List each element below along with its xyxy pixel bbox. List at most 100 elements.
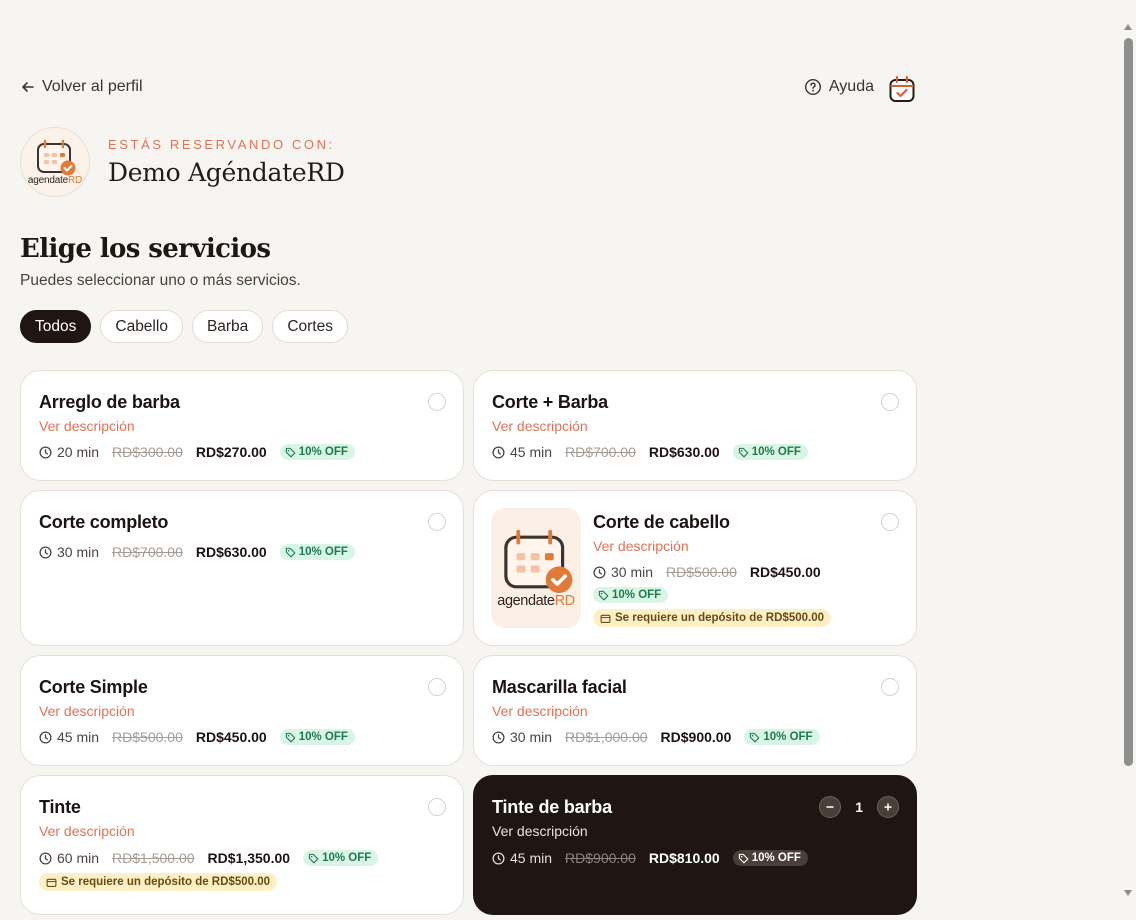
- scroll-down-arrow[interactable]: [1124, 890, 1132, 896]
- service-old-price: RD$300.00: [112, 444, 183, 460]
- tag-icon: [598, 590, 609, 600]
- service-meta: 30 min RD$700.00 RD$630.00 10% OFF: [39, 542, 355, 562]
- service-old-price: RD$1,000.00: [565, 729, 648, 745]
- service-price: RD$630.00: [195, 544, 267, 560]
- wallet-icon: [600, 614, 611, 623]
- service-title: Arreglo de barba: [39, 392, 180, 412]
- service-duration: 60 min: [57, 850, 100, 866]
- view-description-link[interactable]: Ver descripción: [39, 823, 135, 839]
- wallet-icon: [46, 878, 57, 887]
- business-avatar: agendateRD: [20, 127, 90, 197]
- quantity-value: 1: [855, 799, 863, 815]
- scrollbar-thumb[interactable]: [1124, 38, 1133, 766]
- page-scrollbar[interactable]: [1120, 18, 1136, 902]
- service-card-arreglo-de-barba[interactable]: Arreglo de barba Ver descripción 20 min …: [20, 370, 464, 481]
- service-meta: 30 min RD$500.00 RD$450.00: [593, 562, 821, 582]
- filter-chip-cabello[interactable]: Cabello: [100, 310, 183, 343]
- select-radio[interactable]: [881, 513, 899, 531]
- help-button[interactable]: Ayuda: [804, 78, 874, 96]
- page-subtitle: Puedes seleccionar uno o más servicios.: [20, 272, 301, 289]
- my-appointments-button[interactable]: [887, 74, 917, 104]
- decrease-quantity-button[interactable]: [819, 796, 842, 818]
- service-price: RD$450.00: [749, 564, 821, 580]
- service-price: RD$630.00: [648, 444, 720, 460]
- tag-icon: [285, 732, 296, 742]
- quantity-stepper: 1: [819, 796, 899, 818]
- tag-icon: [750, 732, 760, 742]
- service-title: Mascarilla facial: [492, 677, 627, 697]
- view-description-link[interactable]: Ver descripción: [39, 418, 135, 434]
- filter-chip-barba[interactable]: Barba: [191, 310, 264, 343]
- clock-icon: [39, 545, 52, 559]
- clock-icon: [39, 445, 52, 459]
- view-description-link[interactable]: Ver descripción: [39, 703, 135, 719]
- service-price: RD$1,350.00: [207, 850, 291, 866]
- increase-quantity-button[interactable]: [877, 796, 899, 818]
- clock-icon: [593, 565, 606, 579]
- service-meta: 60 min RD$1,500.00 RD$1,350.00 10% OFF: [39, 848, 379, 868]
- service-old-price: RD$700.00: [112, 544, 183, 560]
- top-bar: Volver al perfil Ayuda: [20, 74, 917, 104]
- discount-badge: 10% OFF: [732, 444, 808, 460]
- scroll-up-arrow[interactable]: [1124, 24, 1132, 30]
- service-duration: 20 min: [57, 444, 100, 460]
- select-radio[interactable]: [428, 798, 446, 816]
- business-header: agendateRD ESTÁS RESERVANDO CON: Demo Ag…: [20, 126, 345, 198]
- select-radio[interactable]: [881, 678, 899, 696]
- tag-icon: [285, 447, 296, 457]
- discount-badge: 10% OFF: [279, 729, 355, 745]
- service-old-price: RD$900.00: [565, 850, 636, 866]
- service-duration: 30 min: [57, 544, 100, 560]
- discount-badge: 10% OFF: [279, 544, 355, 560]
- category-filters: Todos Cabello Barba Cortes: [20, 310, 348, 343]
- tag-icon: [738, 447, 749, 457]
- select-radio[interactable]: [428, 393, 446, 411]
- service-duration: 30 min: [611, 564, 654, 580]
- discount-badge: 10% OFF: [744, 729, 820, 745]
- service-title: Corte + Barba: [492, 392, 608, 412]
- page-title: Elige los servicios: [20, 234, 271, 264]
- service-card-corte-simple[interactable]: Corte Simple Ver descripción 45 min RD$5…: [20, 655, 464, 766]
- service-meta: 45 min RD$500.00 RD$450.00 10% OFF: [39, 727, 355, 747]
- service-duration: 45 min: [510, 850, 553, 866]
- help-label: Ayuda: [828, 78, 874, 95]
- tag-icon: [738, 853, 749, 863]
- service-card-corte-barba[interactable]: Corte + Barba Ver descripción 45 min RD$…: [473, 370, 917, 481]
- service-discount-row: 10% OFF: [593, 585, 669, 605]
- filter-chip-cortes[interactable]: Cortes: [272, 310, 348, 343]
- service-meta: 30 min RD$1,000.00 RD$900.00 10% OFF: [492, 727, 820, 747]
- calendar-check-icon: [889, 76, 915, 102]
- back-to-profile-link[interactable]: Volver al perfil: [20, 78, 143, 96]
- service-card-mascarilla-facial[interactable]: Mascarilla facial Ver descripción 30 min…: [473, 655, 917, 766]
- service-price: RD$270.00: [195, 444, 267, 460]
- service-card-corte-completo[interactable]: Corte completo 30 min RD$700.00 RD$630.0…: [20, 490, 464, 646]
- clock-icon: [492, 730, 505, 744]
- view-description-link[interactable]: Ver descripción: [492, 703, 588, 719]
- service-duration: 30 min: [510, 729, 553, 745]
- plus-icon: [884, 803, 892, 811]
- filter-chip-todos[interactable]: Todos: [20, 310, 92, 343]
- service-title: Tinte de barba: [492, 797, 612, 817]
- clock-icon: [492, 851, 505, 865]
- service-old-price: RD$1,500.00: [112, 850, 195, 866]
- service-title: Corte de cabello: [593, 512, 730, 532]
- service-image-logo-text: agendateRD: [497, 593, 575, 609]
- service-title: Tinte: [39, 797, 81, 817]
- select-radio[interactable]: [428, 513, 446, 531]
- service-card-tinte-de-barba[interactable]: Tinte de barba Ver descripción 45 min RD…: [473, 775, 917, 915]
- service-price: RD$900.00: [660, 729, 732, 745]
- select-radio[interactable]: [881, 393, 899, 411]
- view-description-link[interactable]: Ver descripción: [492, 823, 588, 839]
- service-old-price: RD$500.00: [666, 564, 737, 580]
- select-radio[interactable]: [428, 678, 446, 696]
- service-meta: 45 min RD$900.00 RD$810.00 10% OFF: [492, 848, 808, 868]
- discount-badge: 10% OFF: [732, 850, 808, 866]
- tag-icon: [285, 547, 296, 557]
- service-card-tinte[interactable]: Tinte Ver descripción 60 min RD$1,500.00…: [20, 775, 464, 915]
- service-price: RD$810.00: [648, 850, 720, 866]
- booking-with-label: ESTÁS RESERVANDO CON:: [108, 137, 335, 152]
- service-title: Corte Simple: [39, 677, 148, 697]
- view-description-link[interactable]: Ver descripción: [492, 418, 588, 434]
- service-card-corte-de-cabello[interactable]: agendateRD Corte de cabello Ver descripc…: [473, 490, 917, 646]
- view-description-link[interactable]: Ver descripción: [593, 538, 689, 554]
